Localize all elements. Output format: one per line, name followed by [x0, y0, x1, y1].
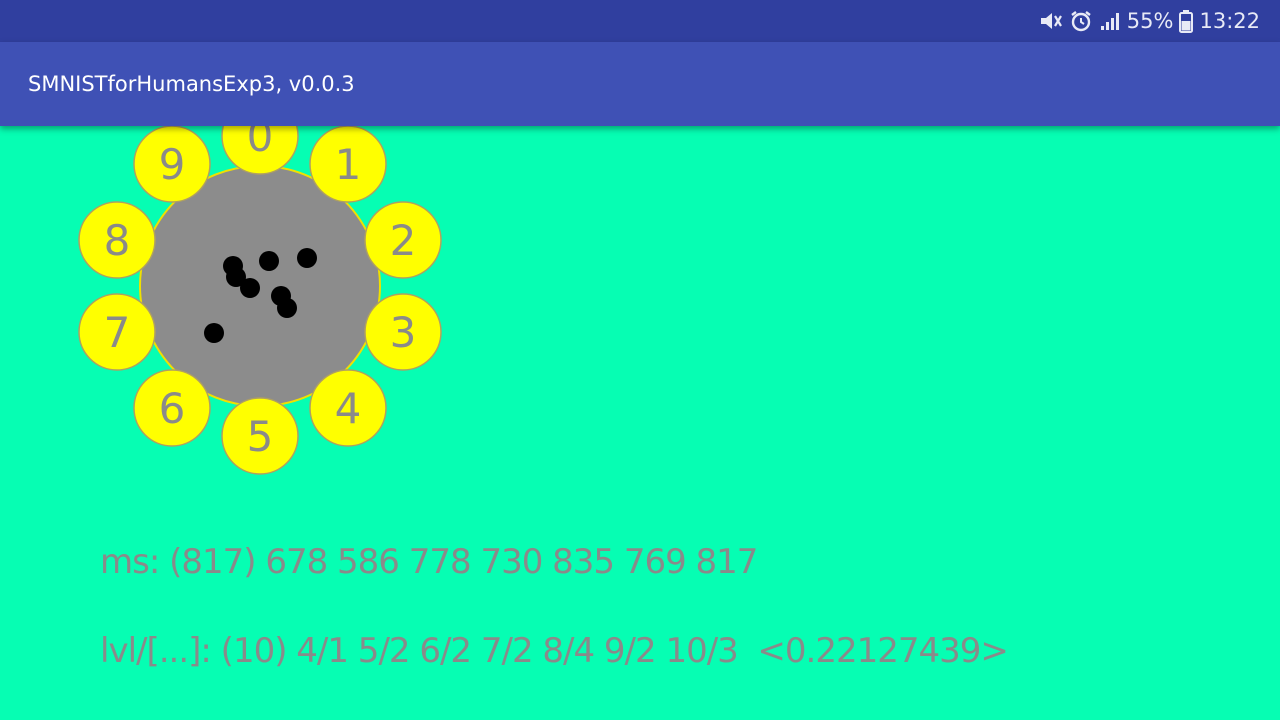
- digit-button-0[interactable]: 0: [221, 126, 299, 175]
- app-title: SMNISTforHumansExp3, v0.0.3: [28, 72, 355, 96]
- status-bar: 55% 13:22: [0, 0, 1280, 42]
- digit-dial: 0 12 34 5 67 89: [78, 126, 442, 475]
- digit-button-1[interactable]: 1: [309, 126, 387, 203]
- digit-label: 8: [104, 216, 131, 265]
- digit-button-4[interactable]: 4: [309, 369, 387, 447]
- digit-label: 7: [104, 308, 131, 357]
- digit-label: 1: [335, 140, 362, 189]
- stroke-dot: [240, 278, 260, 298]
- ms-timing-line: ms: (817) 678 586 778 730 835 769 817: [100, 542, 758, 582]
- digit-label: 5: [247, 412, 274, 461]
- app-bar: SMNISTforHumansExp3, v0.0.3: [0, 42, 1280, 126]
- battery-label: 55%: [1126, 9, 1174, 33]
- digit-button-3[interactable]: 3: [364, 293, 442, 371]
- stroke-dot: [297, 248, 317, 268]
- digit-label: 2: [390, 216, 417, 265]
- mute-icon: [1039, 10, 1063, 32]
- digit-label: 9: [159, 140, 186, 189]
- digit-label: 3: [390, 308, 417, 357]
- digit-button-5[interactable]: 5: [221, 397, 299, 475]
- stroke-dot: [204, 323, 224, 343]
- battery-icon: [1179, 9, 1194, 33]
- digit-button-6[interactable]: 6: [133, 369, 211, 447]
- digit-label: 4: [335, 384, 362, 433]
- alarm-icon: [1069, 9, 1093, 33]
- digit-button-7[interactable]: 7: [78, 293, 156, 371]
- digit-button-9[interactable]: 9: [133, 126, 211, 203]
- clock-label: 13:22: [1199, 9, 1260, 33]
- signal-icon: [1099, 10, 1121, 32]
- digit-button-2[interactable]: 2: [364, 201, 442, 279]
- status-icons: 55% 13:22: [1039, 0, 1260, 42]
- digit-button-8[interactable]: 8: [78, 201, 156, 279]
- stroke-dot: [277, 298, 297, 318]
- digit-label: 6: [159, 384, 186, 433]
- main-content: 0 12 34 5 67 89 ms: (817) 678 586 778 730 835…: [0, 126, 1280, 720]
- level-stats-line: lvl/[...]: (10) 4/1 5/2 6/2 7/2 8/4 9/2 …: [100, 631, 1009, 671]
- digit-label: 0: [247, 126, 274, 161]
- stroke-dot: [259, 251, 279, 271]
